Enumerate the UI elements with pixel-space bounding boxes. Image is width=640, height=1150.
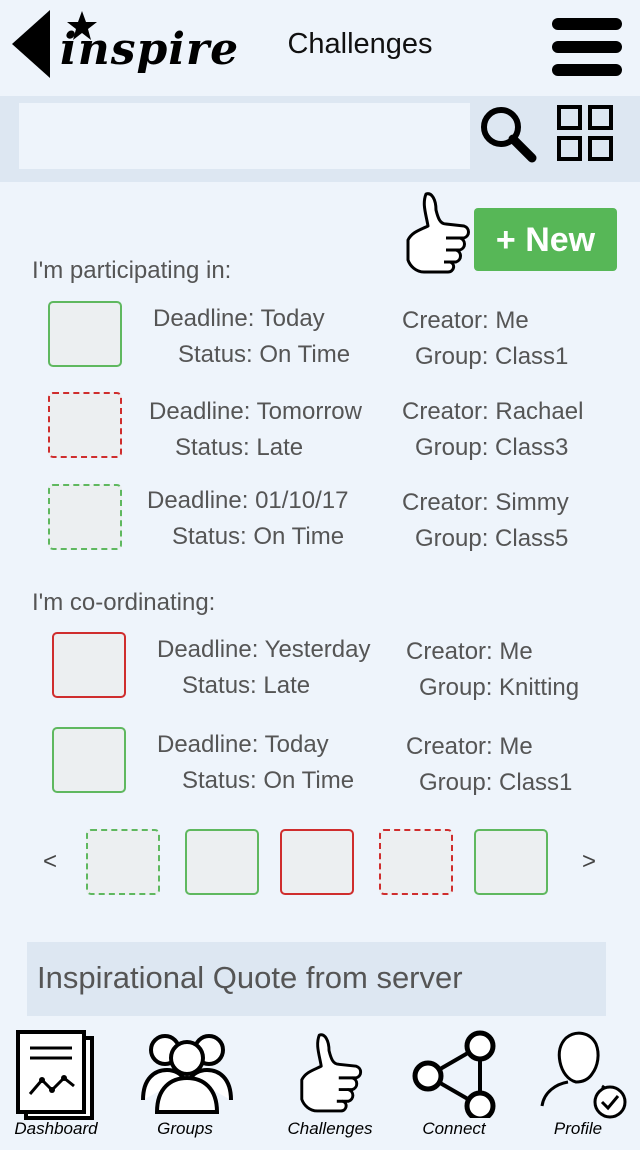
nav-label: Dashboard (14, 1119, 98, 1138)
carousel-thumbnail[interactable] (86, 829, 160, 895)
inspire-logo: inspire (58, 8, 238, 83)
back-arrow-icon[interactable] (10, 10, 52, 78)
share-icon (412, 1030, 496, 1118)
group-text: Group: Knitting (419, 674, 580, 701)
deadline-text: Deadline: Today (153, 305, 325, 332)
challenge-row[interactable]: Deadline: Tomorrow Status: Late Creator:… (0, 392, 640, 464)
group-text: Group: Class1 (415, 343, 569, 370)
dashboard-icon (16, 1030, 94, 1120)
nav-profile[interactable]: Profile (528, 1030, 628, 1145)
nav-challenges[interactable]: Challenges (280, 1030, 380, 1145)
nav-dashboard[interactable]: Dashboard (6, 1030, 106, 1145)
group-text: Group: Class3 (415, 434, 569, 461)
creator-text: Creator: Rachael (402, 398, 584, 425)
grid-view-icon[interactable] (556, 104, 614, 162)
search-icon[interactable] (478, 104, 538, 164)
carousel-thumbnail[interactable] (280, 829, 354, 895)
logo-text: inspire (60, 24, 240, 75)
page-title: Challenges (287, 28, 433, 60)
carousel-prev-arrow[interactable]: < (43, 848, 57, 876)
quote-text: Inspirational Quote from server (37, 960, 463, 995)
carousel-thumbnail[interactable] (474, 829, 548, 895)
deadline-text: Deadline: Tomorrow (149, 398, 362, 425)
status-text: Status: Late (175, 434, 304, 461)
challenge-thumbnail[interactable] (48, 392, 122, 458)
status-text: Status: Late (182, 672, 311, 699)
hamburger-menu-icon[interactable] (552, 16, 622, 78)
status-text: Status: On Time (172, 523, 345, 550)
carousel-next-arrow[interactable]: > (582, 848, 596, 876)
nav-groups[interactable]: Groups (135, 1030, 235, 1145)
thumbs-up-icon (300, 1033, 363, 1113)
profile-check-icon (540, 1031, 627, 1119)
challenge-thumbnail[interactable] (52, 727, 126, 793)
deadline-text: Deadline: 01/10/17 (147, 487, 349, 514)
coordinating-heading: I'm co-ordinating: (32, 589, 216, 616)
status-text: Status: On Time (178, 341, 351, 368)
carousel-thumbnail[interactable] (185, 829, 259, 895)
quote-box: Inspirational Quote from server (27, 942, 606, 1016)
groups-icon (141, 1034, 233, 1114)
nav-label: Connect (422, 1119, 486, 1138)
deadline-text: Deadline: Today (157, 731, 329, 758)
challenge-row[interactable]: Deadline: Yesterday Status: Late Creator… (0, 631, 640, 703)
creator-text: Creator: Me (406, 638, 533, 665)
thumbs-up-icon (400, 190, 474, 278)
group-text: Group: Class5 (415, 525, 569, 552)
participating-heading: I'm participating in: (32, 257, 232, 284)
challenge-row[interactable]: Deadline: Today Status: On Time Creator:… (0, 300, 640, 372)
nav-connect[interactable]: Connect (404, 1030, 504, 1145)
creator-text: Creator: Me (402, 307, 529, 334)
challenge-thumbnail[interactable] (48, 301, 122, 367)
group-text: Group: Class1 (419, 769, 573, 796)
nav-label: Challenges (287, 1119, 373, 1138)
challenge-row[interactable]: Deadline: 01/10/17 Status: On Time Creat… (0, 483, 640, 555)
new-challenge-button[interactable]: + New (474, 208, 617, 271)
deadline-text: Deadline: Yesterday (157, 636, 371, 663)
search-input[interactable] (19, 103, 470, 169)
challenge-row[interactable]: Deadline: Today Status: On Time Creator:… (0, 726, 640, 798)
creator-text: Creator: Me (406, 733, 533, 760)
nav-label: Groups (157, 1119, 213, 1138)
challenge-thumbnail[interactable] (52, 632, 126, 698)
creator-text: Creator: Simmy (402, 489, 569, 516)
challenge-thumbnail[interactable] (48, 484, 122, 550)
status-text: Status: On Time (182, 767, 355, 794)
nav-label: Profile (553, 1119, 603, 1138)
carousel-thumbnail[interactable] (379, 829, 453, 895)
